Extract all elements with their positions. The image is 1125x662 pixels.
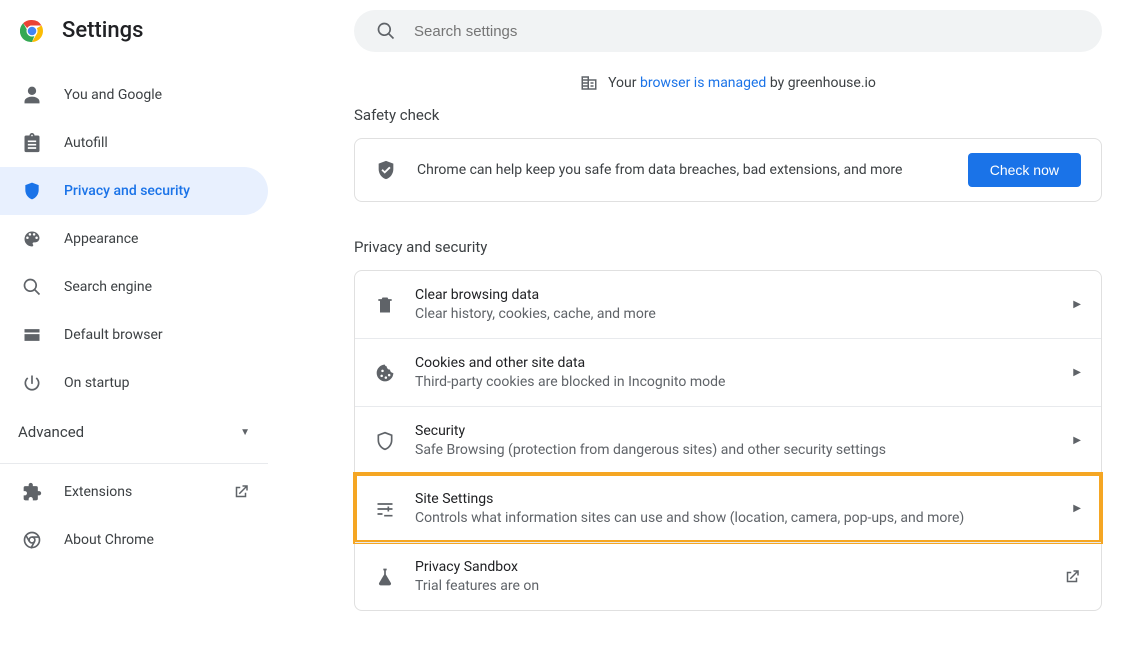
sidebar-item-label: Default browser bbox=[64, 327, 250, 343]
row-security[interactable]: Security Safe Browsing (protection from … bbox=[355, 406, 1101, 474]
safety-check-header: Safety check bbox=[354, 106, 1102, 124]
sidebar-item-label: About Chrome bbox=[64, 532, 250, 548]
row-subtitle: Clear history, cookies, cache, and more bbox=[415, 306, 1053, 322]
palette-icon bbox=[22, 229, 42, 249]
extension-icon bbox=[22, 482, 42, 502]
advanced-toggle[interactable]: Advanced ▼ bbox=[0, 407, 268, 457]
tune-icon bbox=[375, 499, 395, 519]
row-title: Cookies and other site data bbox=[415, 355, 1053, 371]
chevron-right-icon: ▶ bbox=[1073, 299, 1081, 310]
sidebar-item-about-chrome[interactable]: About Chrome bbox=[0, 516, 268, 564]
chevron-right-icon: ▶ bbox=[1073, 503, 1081, 514]
sidebar: Settings You and Google Autofill Privacy… bbox=[0, 0, 268, 662]
row-site-settings[interactable]: Site Settings Controls what information … bbox=[355, 474, 1101, 542]
chrome-logo-icon bbox=[20, 19, 44, 43]
sidebar-item-autofill[interactable]: Autofill bbox=[0, 119, 268, 167]
row-subtitle: Safe Browsing (protection from dangerous… bbox=[415, 442, 1053, 458]
domain-icon bbox=[580, 74, 598, 92]
sidebar-item-on-startup[interactable]: On startup bbox=[0, 359, 268, 407]
safety-check-text: Chrome can help keep you safe from data … bbox=[417, 162, 948, 178]
row-privacy-sandbox[interactable]: Privacy Sandbox Trial features are on bbox=[355, 542, 1101, 610]
managed-banner: Your browser is managed by greenhouse.io bbox=[354, 74, 1102, 92]
cookie-icon bbox=[375, 363, 395, 383]
trash-icon bbox=[375, 295, 395, 315]
shield-check-icon bbox=[375, 159, 397, 181]
row-title: Security bbox=[415, 423, 1053, 439]
search-icon bbox=[22, 277, 42, 297]
row-title: Site Settings bbox=[415, 491, 1053, 507]
check-now-button[interactable]: Check now bbox=[968, 153, 1081, 187]
sidebar-item-label: You and Google bbox=[64, 87, 250, 103]
row-title: Clear browsing data bbox=[415, 287, 1053, 303]
chevron-right-icon: ▶ bbox=[1073, 435, 1081, 446]
shield-icon bbox=[22, 181, 42, 201]
search-input[interactable] bbox=[414, 23, 1080, 40]
sidebar-item-label: Privacy and security bbox=[64, 183, 250, 199]
sidebar-divider bbox=[0, 463, 268, 464]
row-subtitle: Trial features are on bbox=[415, 578, 1043, 594]
browser-icon bbox=[22, 325, 42, 345]
chevron-down-icon: ▼ bbox=[240, 427, 250, 438]
row-cookies[interactable]: Cookies and other site data Third-party … bbox=[355, 338, 1101, 406]
flask-icon bbox=[375, 567, 395, 587]
row-subtitle: Third-party cookies are blocked in Incog… bbox=[415, 374, 1053, 390]
row-clear-browsing-data[interactable]: Clear browsing data Clear history, cooki… bbox=[355, 271, 1101, 338]
sidebar-item-default-browser[interactable]: Default browser bbox=[0, 311, 268, 359]
sidebar-item-label: Search engine bbox=[64, 279, 250, 295]
page-title: Settings bbox=[62, 18, 143, 43]
sidebar-item-label: Autofill bbox=[64, 135, 250, 151]
privacy-section-header: Privacy and security bbox=[354, 238, 1102, 256]
sidebar-item-extensions[interactable]: Extensions bbox=[0, 468, 268, 516]
brand-row: Settings bbox=[0, 12, 268, 65]
nav-list: You and Google Autofill Privacy and secu… bbox=[0, 71, 268, 407]
main-content: Your browser is managed by greenhouse.io… bbox=[268, 0, 1125, 662]
search-icon bbox=[376, 21, 396, 41]
sidebar-item-label: Appearance bbox=[64, 231, 250, 247]
row-subtitle: Controls what information sites can use … bbox=[415, 510, 1053, 526]
shield-outline-icon bbox=[375, 431, 395, 451]
chrome-outline-icon bbox=[22, 530, 42, 550]
open-in-new-icon bbox=[232, 483, 250, 501]
person-icon bbox=[22, 85, 42, 105]
managed-text: Your browser is managed by greenhouse.io bbox=[608, 75, 876, 91]
sidebar-item-privacy-security[interactable]: Privacy and security bbox=[0, 167, 268, 215]
sidebar-item-label: Extensions bbox=[64, 484, 210, 500]
advanced-label: Advanced bbox=[18, 423, 84, 441]
sidebar-item-search-engine[interactable]: Search engine bbox=[0, 263, 268, 311]
safety-check-card: Chrome can help keep you safe from data … bbox=[354, 138, 1102, 202]
chevron-right-icon: ▶ bbox=[1073, 367, 1081, 378]
search-bar[interactable] bbox=[354, 10, 1102, 52]
sidebar-item-appearance[interactable]: Appearance bbox=[0, 215, 268, 263]
managed-link[interactable]: browser is managed bbox=[640, 75, 766, 91]
open-in-new-icon bbox=[1063, 568, 1081, 586]
clipboard-icon bbox=[22, 133, 42, 153]
sidebar-item-you-and-google[interactable]: You and Google bbox=[0, 71, 268, 119]
row-title: Privacy Sandbox bbox=[415, 559, 1043, 575]
sidebar-item-label: On startup bbox=[64, 375, 250, 391]
power-icon bbox=[22, 373, 42, 393]
privacy-list: Clear browsing data Clear history, cooki… bbox=[354, 270, 1102, 611]
